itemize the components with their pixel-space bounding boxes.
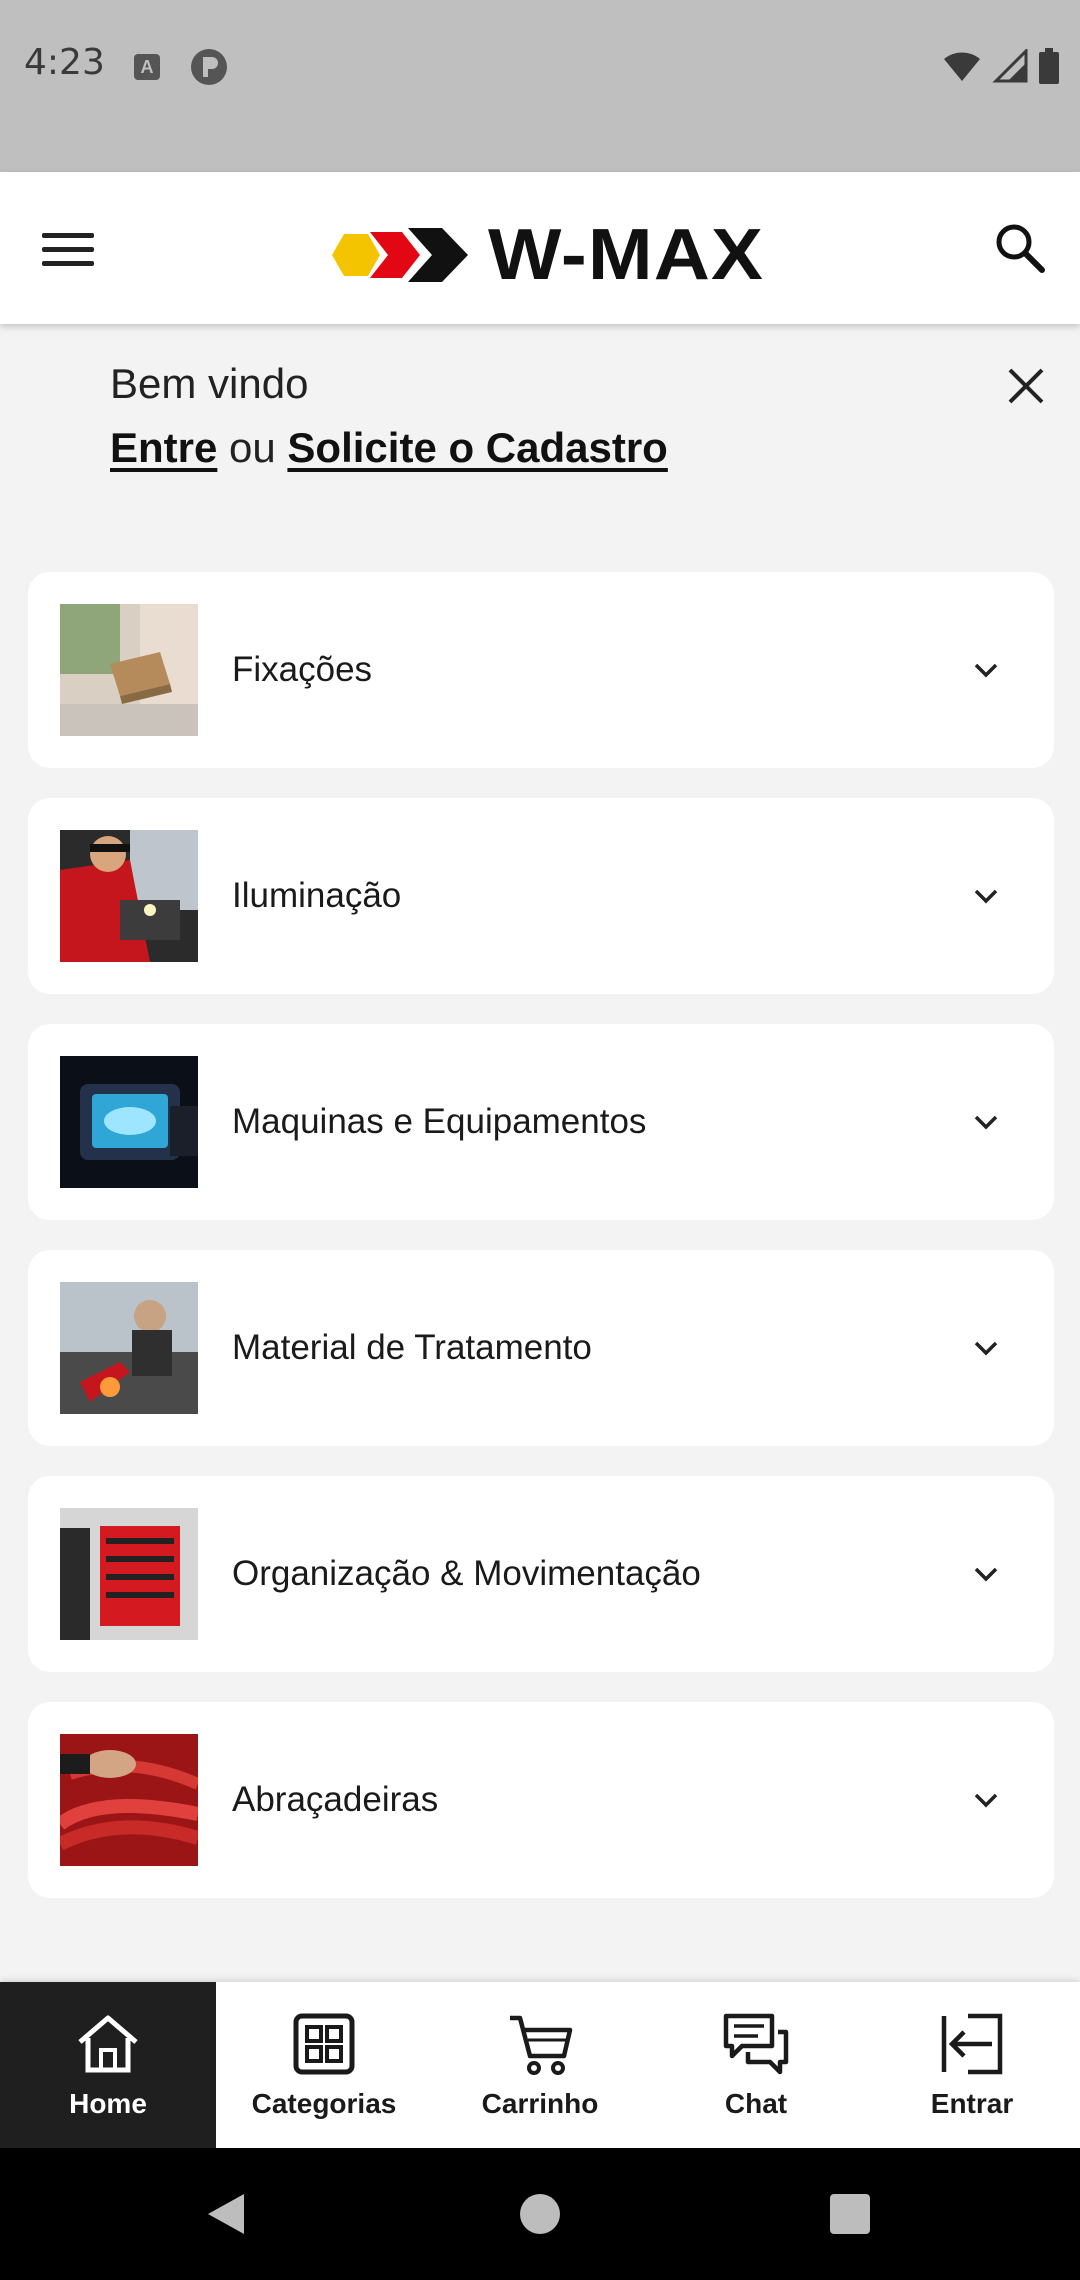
nav-label: Chat [724,2088,788,2119]
category-image [60,1734,198,1866]
chevron-down-icon[interactable] [970,1558,1002,1590]
category-label: Fixações [232,650,373,689]
chat-icon [723,2013,789,2075]
nav-carrinho[interactable]: Carrinho [432,1982,648,2148]
nav-entrar[interactable]: Entrar [864,1982,1080,2148]
cart-icon [510,2015,573,2075]
status-time: 4:23 [24,42,105,83]
category-image [60,1508,198,1640]
login-link[interactable]: Entre [110,424,217,471]
home-icon [78,2015,138,2073]
category-card-abracadeiras[interactable]: Abraçadeiras [28,1702,1054,1898]
category-label: Iluminação [232,876,402,915]
category-label: Maquinas e Equipamentos [232,1102,647,1141]
battery-icon [1039,48,1059,84]
a-icon: A [134,54,160,80]
search-icon[interactable] [990,218,1050,278]
chevron-down-icon[interactable] [970,1106,1002,1138]
logo-mark-icon [332,228,468,282]
p-icon [191,49,227,85]
recent-apps-icon[interactable] [830,2194,870,2234]
category-image [60,604,198,736]
category-card-iluminacao[interactable]: Iluminação [28,798,1054,994]
chevron-down-icon[interactable] [970,880,1002,912]
brand-name: W-MAX [488,215,764,295]
login-icon [941,2013,1003,2075]
nav-label: Carrinho [481,2088,599,2119]
category-image [60,830,198,962]
category-card-fixacoes[interactable]: Fixações [28,572,1054,768]
chevron-down-icon[interactable] [970,1332,1002,1364]
home-system-icon[interactable] [520,2194,560,2234]
close-icon[interactable] [1004,364,1048,408]
bottom-nav: Home Categorias Carrinho Chat Entrar [0,1982,1080,2148]
category-label: Abraçadeiras [232,1780,439,1819]
category-list: Fixações Iluminação Maquinas e Equipamen [28,572,1054,1928]
status-bar: 4:23 A [0,0,1080,172]
category-image [60,1282,198,1414]
status-right [942,48,1060,84]
chevron-down-icon[interactable] [970,1784,1002,1816]
category-card-maquinas[interactable]: Maquinas e Equipamentos [28,1024,1054,1220]
nav-label: Entrar [930,2088,1014,2119]
welcome-separator: ou [229,424,276,471]
system-nav-bar [0,2148,1080,2280]
welcome-links: Entre ou Solicite o Cadastro [110,424,668,472]
category-card-organizacao[interactable]: Organização & Movimentação [28,1476,1054,1672]
category-image [60,1056,198,1188]
signal-icon [992,49,1028,83]
category-label: Organização & Movimentação [232,1554,701,1593]
grid-icon [293,2013,355,2075]
category-label: Material de Tratamento [232,1328,592,1367]
chevron-down-icon[interactable] [970,654,1002,686]
nav-label: Categorias [251,2088,397,2119]
category-card-material-tratamento[interactable]: Material de Tratamento [28,1250,1054,1446]
wifi-icon [944,52,980,81]
nav-chat[interactable]: Chat [648,1982,864,2148]
welcome-title: Bem vindo [110,360,309,407]
app-header: W-MAX [0,172,1080,324]
back-icon[interactable] [204,2190,248,2238]
nav-categorias[interactable]: Categorias [216,1982,432,2148]
register-link[interactable]: Solicite o Cadastro [287,424,667,471]
menu-icon[interactable] [42,217,106,281]
nav-home[interactable]: Home [0,1982,216,2148]
welcome-banner: Bem vindo Entre ou Solicite o Cadastro [0,324,1080,524]
nav-label: Home [69,2088,147,2119]
brand-logo[interactable]: W-MAX [330,214,763,296]
